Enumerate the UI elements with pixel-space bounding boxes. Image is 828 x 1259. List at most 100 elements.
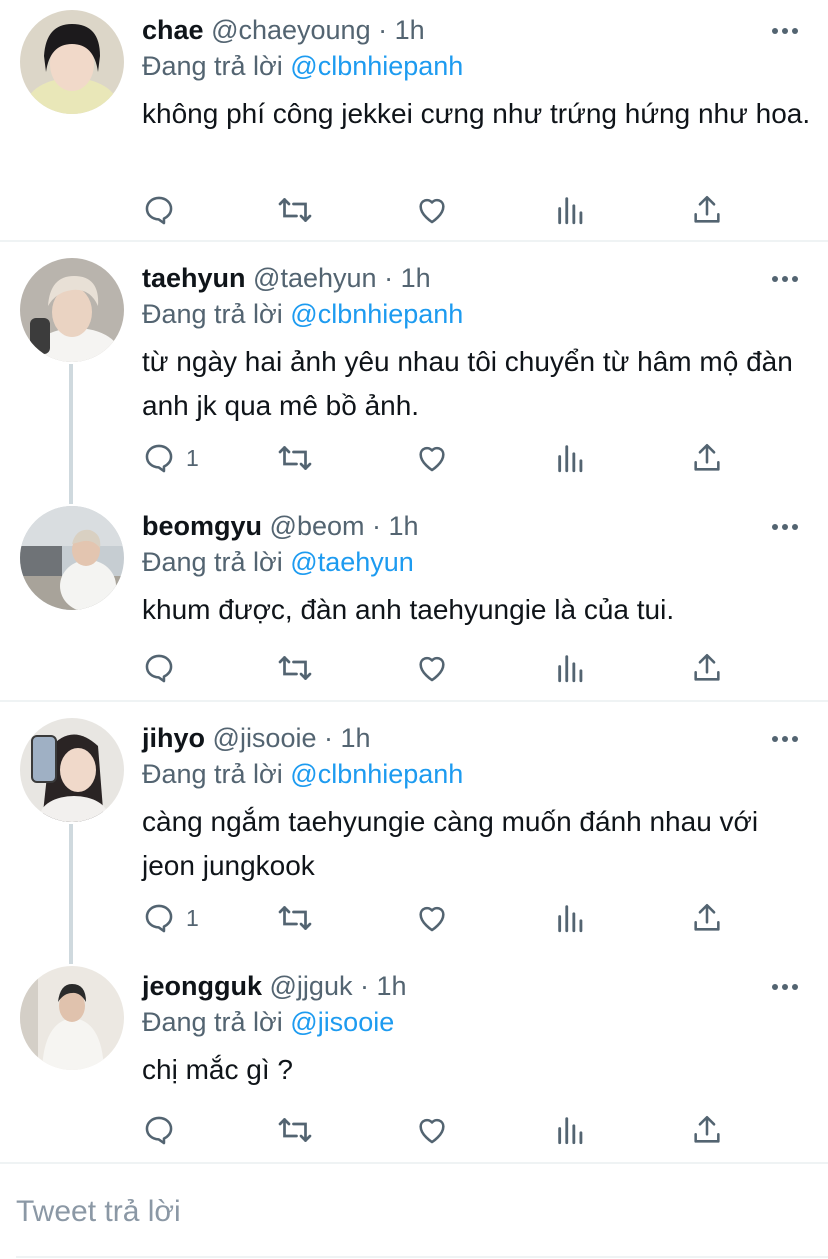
share-icon [694, 195, 720, 223]
share-button[interactable] [690, 648, 724, 688]
like-button[interactable] [415, 1110, 449, 1150]
username[interactable]: @jisooie [213, 723, 317, 753]
like-button[interactable] [415, 648, 449, 688]
tweet-actions [142, 648, 742, 688]
username[interactable]: @beom [270, 511, 365, 541]
tweet-taehyun[interactable]: taehyun @taehyun · 1h Đang trả lời @clbn… [0, 258, 828, 488]
display-name[interactable]: jihyo [142, 723, 205, 753]
tweet-actions [142, 1110, 742, 1150]
retweet-button[interactable] [277, 190, 313, 230]
mention-link[interactable]: @taehyun [290, 547, 414, 577]
more-options-icon[interactable] [770, 724, 800, 754]
separator-dot: · [324, 723, 333, 753]
reply-icon [145, 654, 173, 683]
reply-button[interactable] [142, 190, 186, 230]
tweet-text: không phí công jekkei cưng như trứng hứn… [142, 98, 811, 129]
reply-icon [145, 444, 173, 473]
analytics-icon [558, 905, 583, 933]
share-button[interactable] [690, 1110, 724, 1150]
display-name[interactable]: beomgyu [142, 511, 262, 541]
timestamp[interactable]: 1h [341, 723, 371, 753]
replying-to: Đang trả lời @taehyun [142, 542, 414, 582]
tweet-beomgyu[interactable]: beomgyu @beom · 1h Đang trả lời @taehyun… [0, 506, 828, 696]
avatar[interactable] [20, 506, 124, 610]
tweet-chae[interactable]: chae @chaeyoung · 1h Đang trả lời @clbnh… [0, 10, 828, 242]
share-icon [694, 653, 720, 681]
like-button[interactable] [415, 438, 449, 478]
share-icon [694, 903, 720, 931]
reply-count: 1 [186, 904, 199, 931]
analytics-button[interactable] [554, 898, 588, 938]
tweet-jihyo[interactable]: jihyo @jisooie · 1h Đang trả lời @clbnhi… [0, 718, 828, 948]
heart-icon [419, 198, 445, 224]
divider [0, 240, 828, 242]
username[interactable]: @taehyun [253, 263, 377, 293]
analytics-button[interactable] [554, 190, 588, 230]
timestamp[interactable]: 1h [401, 263, 431, 293]
divider [0, 700, 828, 702]
divider [0, 1162, 828, 1164]
more-options-icon[interactable] [770, 16, 800, 46]
compose-underline [16, 1256, 828, 1258]
avatar[interactable] [20, 10, 124, 114]
retweet-icon [278, 906, 312, 930]
replying-to-label: Đang trả lời [142, 759, 283, 789]
more-options-icon[interactable] [770, 512, 800, 542]
reply-button[interactable] [142, 1110, 186, 1150]
timestamp[interactable]: 1h [377, 971, 407, 1001]
mention-link[interactable]: @clbnhiepanh [290, 299, 463, 329]
avatar[interactable] [20, 966, 124, 1070]
separator-dot: · [359, 971, 369, 1001]
retweet-icon [278, 198, 312, 222]
analytics-icon [558, 197, 583, 225]
heart-icon [419, 906, 445, 932]
retweet-button[interactable] [277, 898, 313, 938]
more-options-icon[interactable] [770, 972, 800, 1002]
tweet-actions [142, 190, 742, 230]
replying-to: Đang trả lời @clbnhiepanh [142, 754, 463, 794]
retweet-button[interactable] [277, 438, 313, 478]
username[interactable]: @chaeyoung [211, 15, 371, 45]
username[interactable]: @jjguk [270, 971, 353, 1001]
mention-link[interactable]: @jisooie [290, 1007, 394, 1037]
retweet-icon [278, 446, 312, 470]
display-name[interactable]: jeongguk [142, 971, 262, 1001]
analytics-button[interactable] [554, 648, 588, 688]
retweet-button[interactable] [277, 1110, 313, 1150]
reply-button[interactable] [142, 648, 186, 688]
tweet-text: càng ngắm taehyungie càng muốn đánh nhau… [142, 806, 759, 881]
avatar[interactable] [20, 718, 124, 822]
like-button[interactable] [415, 190, 449, 230]
display-name[interactable]: taehyun [142, 263, 246, 293]
tweet-header: taehyun @taehyun · 1h [142, 258, 431, 298]
reply-button[interactable]: 1 [142, 898, 199, 938]
share-icon [694, 443, 720, 471]
reply-button[interactable]: 1 [142, 438, 199, 478]
share-button[interactable] [690, 190, 724, 230]
reply-compose-input[interactable]: Tweet trả lời [16, 1190, 181, 1234]
share-button[interactable] [690, 438, 724, 478]
heart-icon [419, 656, 445, 682]
tweet-actions: 1 [142, 438, 742, 478]
heart-icon [419, 1118, 445, 1144]
mention-link[interactable]: @clbnhiepanh [290, 51, 463, 81]
like-button[interactable] [415, 898, 449, 938]
tweet-header: chae @chaeyoung · 1h [142, 10, 425, 50]
share-button[interactable] [690, 898, 724, 938]
replying-to: Đang trả lời @clbnhiepanh [142, 294, 463, 334]
more-options-icon[interactable] [770, 264, 800, 294]
mention-link[interactable]: @clbnhiepanh [290, 759, 463, 789]
separator-dot: · [372, 511, 381, 541]
timestamp[interactable]: 1h [395, 15, 425, 45]
tweet-jeongguk[interactable]: jeongguk @jjguk · 1h Đang trả lời @jisoo… [0, 966, 828, 1162]
analytics-button[interactable] [554, 1110, 588, 1150]
share-icon [694, 1115, 720, 1143]
timestamp[interactable]: 1h [389, 511, 419, 541]
analytics-button[interactable] [554, 438, 588, 478]
heart-icon [419, 446, 445, 472]
retweet-button[interactable] [277, 648, 313, 688]
display-name[interactable]: chae [142, 15, 204, 45]
tweet-text: khum được, đàn anh taehyungie là của tui… [142, 594, 675, 625]
reply-icon [145, 1116, 173, 1145]
avatar[interactable] [20, 258, 124, 362]
